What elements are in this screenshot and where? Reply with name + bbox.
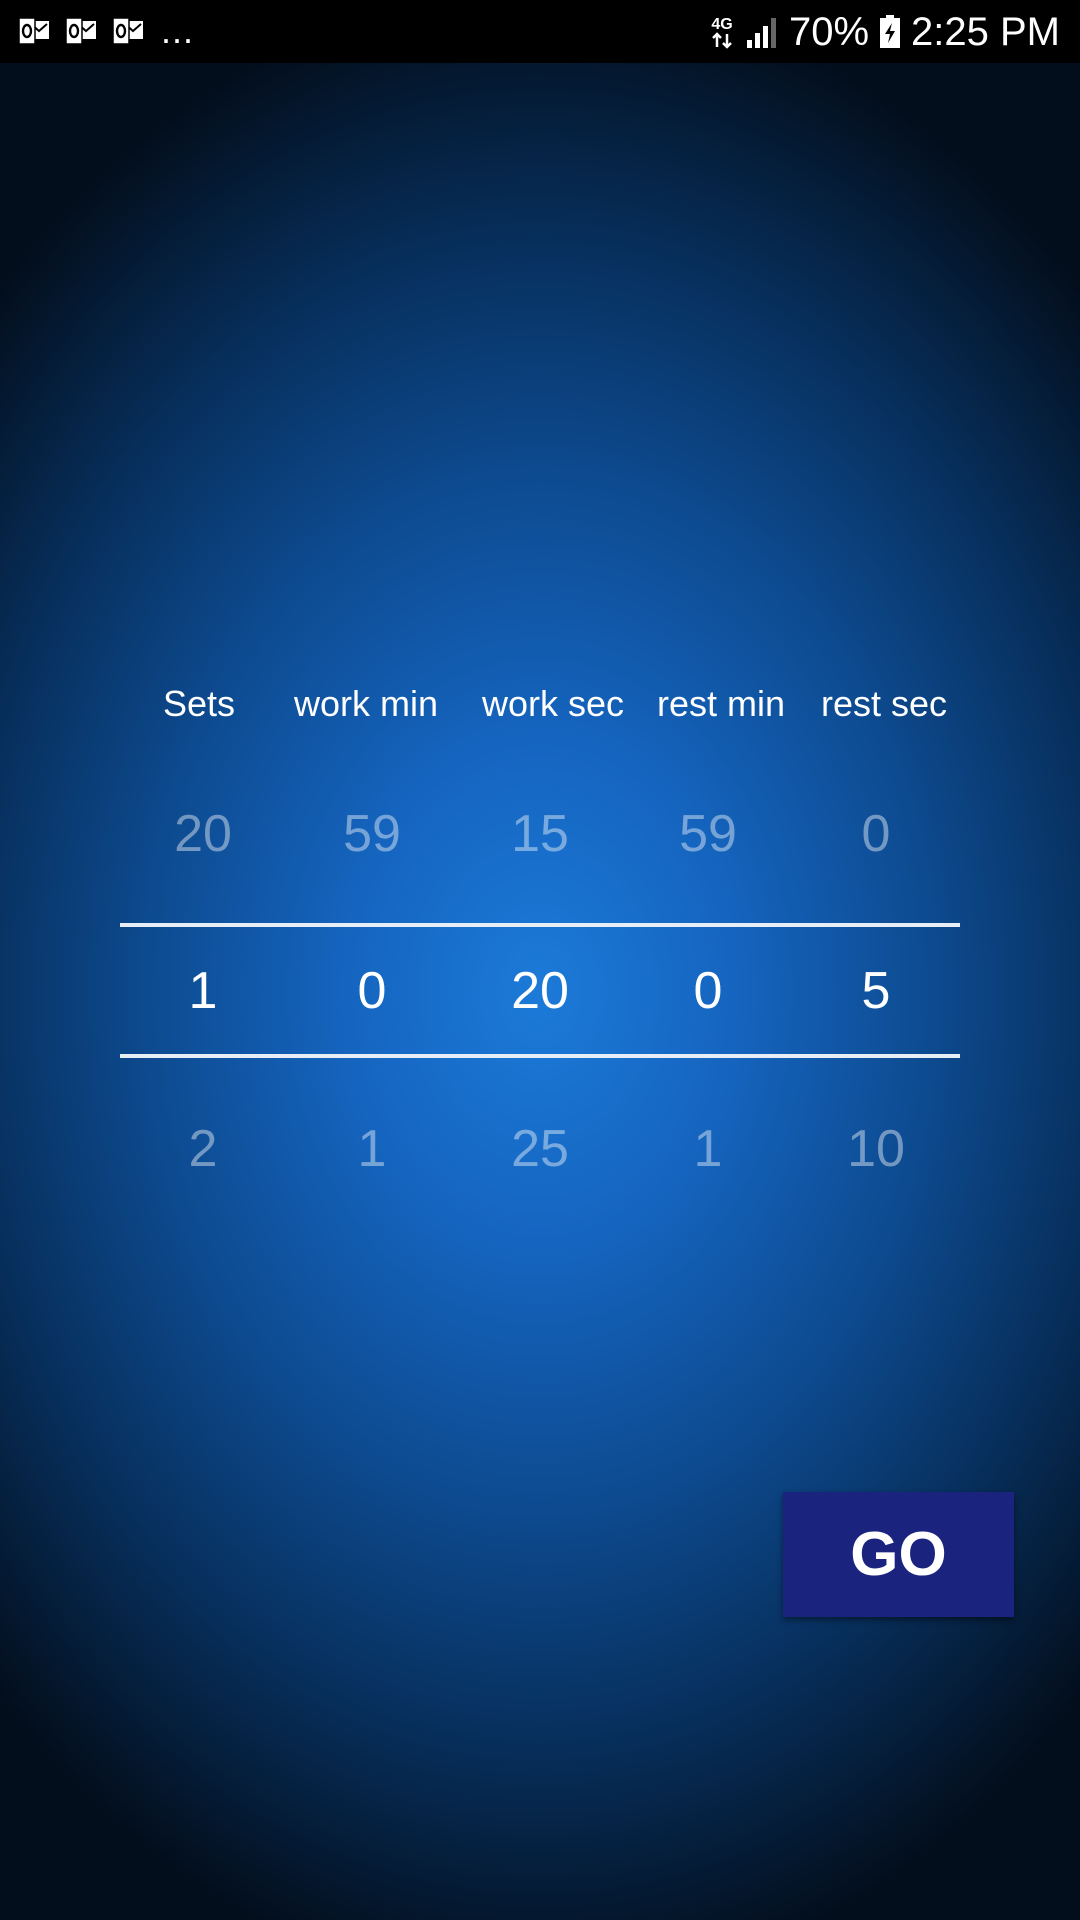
rest-sec-picker[interactable]: 5 xyxy=(862,961,891,1021)
work-sec-header: work sec xyxy=(481,683,625,724)
rest-sec-prev-value[interactable]: 0 xyxy=(862,804,891,864)
work-min-header: work min xyxy=(293,683,439,724)
picker-headers: Sets work min work sec rest min rest sec xyxy=(120,683,960,743)
sets-picker[interactable]: 1 xyxy=(189,961,218,1021)
picker-next-row: 2 1 25 1 10 xyxy=(120,1119,960,1199)
work-sec-next-value[interactable]: 25 xyxy=(511,1119,569,1179)
sets-prev-value[interactable]: 20 xyxy=(174,804,232,864)
picker-selected-row: 1 0 20 0 5 xyxy=(120,961,960,1041)
notification-icons: ... xyxy=(18,10,195,51)
outlook-icon xyxy=(112,17,143,45)
signal-strength-icon xyxy=(746,18,776,48)
work-min-next-value[interactable]: 1 xyxy=(358,1119,387,1179)
battery-charging-icon xyxy=(880,15,901,48)
rest-min-picker[interactable]: 0 xyxy=(694,961,723,1021)
network-type-label: 4G xyxy=(711,16,732,33)
rest-min-next-value[interactable]: 1 xyxy=(694,1119,723,1179)
rest-min-prev-value[interactable]: 59 xyxy=(679,804,737,864)
status-bar: ... 4G 70% 2:25 PM xyxy=(0,0,1080,63)
more-notifications-indicator: ... xyxy=(161,10,195,51)
work-sec-prev-value[interactable]: 15 xyxy=(511,804,569,864)
battery-percentage: 70% xyxy=(788,10,870,54)
screen: ... 4G 70% 2:25 PM Sets work min work se… xyxy=(0,0,1080,1920)
outlook-icon xyxy=(18,17,49,45)
sets-next-value[interactable]: 2 xyxy=(189,1119,218,1179)
outlook-icon xyxy=(65,17,96,45)
work-min-picker[interactable]: 0 xyxy=(358,961,387,1021)
interval-timer-setup: Sets work min work sec rest min rest sec… xyxy=(0,63,1080,1920)
go-button[interactable]: GO xyxy=(783,1492,1014,1617)
work-min-prev-value[interactable]: 59 xyxy=(343,804,401,864)
network-4g-icon: 4G xyxy=(711,16,733,49)
rest-sec-header: rest sec xyxy=(820,683,948,724)
rest-sec-next-value[interactable]: 10 xyxy=(847,1119,905,1179)
selection-divider-bottom xyxy=(120,1054,960,1058)
rest-min-header: rest min xyxy=(656,683,786,724)
sets-header: Sets xyxy=(162,683,236,724)
work-sec-picker[interactable]: 20 xyxy=(511,961,569,1021)
system-status: 4G 70% 2:25 PM xyxy=(709,8,1060,56)
selection-divider-top xyxy=(120,923,960,927)
clock: 2:25 PM xyxy=(911,10,1060,54)
picker-previous-row: 20 59 15 59 0 xyxy=(120,804,960,884)
